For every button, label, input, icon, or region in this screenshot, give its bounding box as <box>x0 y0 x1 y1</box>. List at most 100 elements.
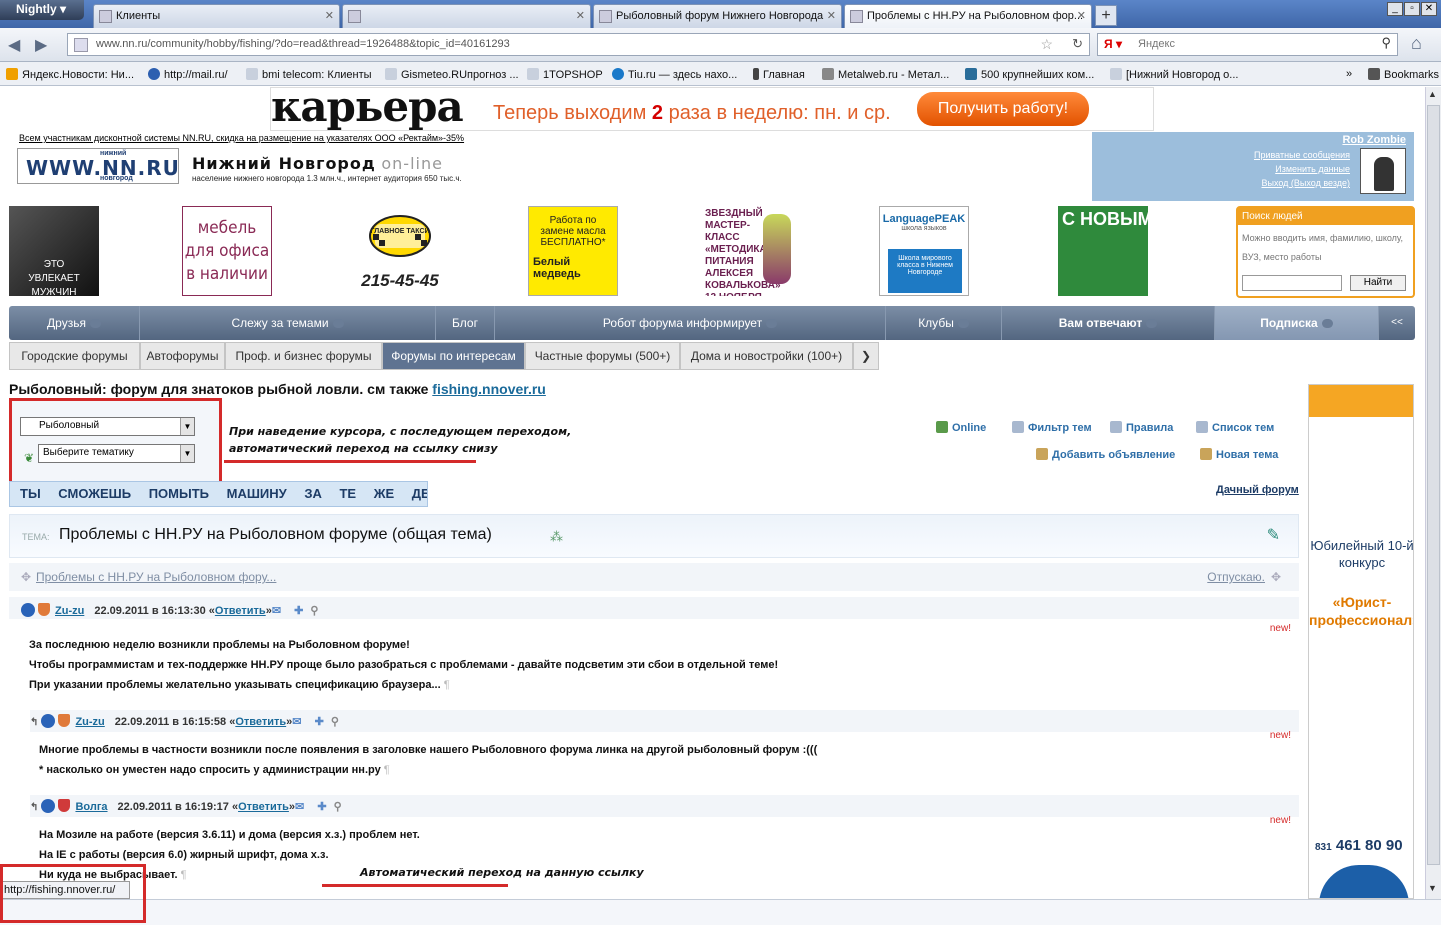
bookmark-item[interactable]: Metalweb.ru - Метал... <box>822 68 949 81</box>
bookmark-item[interactable]: 500 крупнейших ком... <box>965 68 1094 81</box>
logout-link[interactable]: Выход (Выход везде) <box>1261 178 1350 188</box>
filter-link[interactable]: Фильтр тем <box>1012 421 1092 434</box>
search-bar[interactable]: Я ▾ Яндекс ⚲ <box>1097 33 1398 56</box>
ad-masterclass[interactable]: ЗВЕЗДНЫЙ МАСТЕР-КЛАСС «МЕТОДИКА ПИТАНИЯ … <box>703 206 793 296</box>
yandex-icon[interactable]: Я ▾ <box>1104 37 1122 51</box>
home-icon[interactable]: ⌂ <box>1411 33 1422 54</box>
add-ad-link[interactable]: Добавить объявление <box>1036 448 1175 461</box>
tab-interest-forums[interactable]: Форумы по интересам <box>382 342 525 370</box>
breadcrumb-link[interactable]: Проблемы с НН.РУ на Рыболовном фору... <box>36 570 276 584</box>
tab-fishing-forum[interactable]: Рыболовный форум Нижнего Новгорода ✕ <box>593 4 842 28</box>
plus-icon[interactable]: ✚ <box>294 605 303 617</box>
menu-replies[interactable]: Вам отвечают <box>1002 306 1215 340</box>
new-topic-link[interactable]: Новая тема <box>1200 448 1278 461</box>
ad-language[interactable]: LanguagePEAK школа языков Школа мирового… <box>879 206 969 296</box>
edit-profile-link[interactable]: Изменить данные <box>1275 164 1350 174</box>
ad-furniture[interactable]: мебель для офиса в наличии <box>182 206 272 296</box>
tab-blank[interactable]: ✕ <box>342 4 591 28</box>
tab-clients[interactable]: Клиенты ✕ <box>93 4 340 28</box>
marquee-ad[interactable]: ТЫ СМОЖЕШЬ ПОМЫТЬ МАШИНУ ЗА ТЕ ЖЕ ДЕНЬГИ <box>9 481 428 507</box>
scroll-up-icon[interactable]: ▲ <box>1428 89 1437 99</box>
topic-select[interactable]: Выберите тематику ▼ <box>38 444 195 463</box>
menu-watching[interactable]: Слежу за темами <box>140 306 436 340</box>
plus-icon[interactable]: ✚ <box>315 716 324 728</box>
online-link[interactable]: Online <box>936 421 986 434</box>
app-menu-button[interactable]: Nightly ▾ <box>0 0 84 20</box>
bookmark-item[interactable]: Яндекс.Новости: Ни... <box>6 68 134 81</box>
tab-city-forums[interactable]: Городские форумы <box>9 342 140 370</box>
discount-link[interactable]: Всем участникам дисконтной системы NN.RU… <box>19 133 464 143</box>
menu-collapse[interactable]: << <box>1379 306 1415 340</box>
page-scrollbar[interactable]: ▲ ▼ <box>1425 87 1441 899</box>
close-window-button[interactable]: ✕ <box>1421 2 1437 16</box>
people-search-input[interactable] <box>1242 275 1342 291</box>
ad-man[interactable]: ЭТО УВЛЕКАЕТ МУЖЧИН <box>9 206 99 296</box>
search-icon[interactable]: ⚲ <box>331 716 339 728</box>
reply-link[interactable]: Ответить <box>215 605 266 617</box>
search-icon[interactable]: ⚲ <box>310 605 318 617</box>
close-tab-icon[interactable]: ✕ <box>1077 9 1086 22</box>
menu-robot[interactable]: Робот форума информирует <box>495 306 886 340</box>
tab-private-forums[interactable]: Частные форумы (500+) <box>525 342 680 370</box>
mail-icon[interactable]: ✉ <box>272 605 281 617</box>
tree-icon[interactable]: ⁂ <box>550 529 563 545</box>
mail-icon[interactable]: ✉ <box>292 716 301 728</box>
karera-banner[interactable]: карьера Теперь выходим 2 раза в неделю: … <box>270 87 1154 131</box>
site-logo[interactable]: нижний WWW.NN.RU новгород <box>17 148 179 184</box>
side-ad-lawyer[interactable]: Юбилейный 10-й конкурс «Юрист-профессион… <box>1308 384 1414 899</box>
post-author-link[interactable]: Zu-zu <box>55 605 84 617</box>
bookmark-item[interactable]: [Нижний Новгород о... <box>1110 68 1238 81</box>
tab-housing-forums[interactable]: Дома и новостройки (100+) <box>680 342 853 370</box>
avatar-icon[interactable] <box>21 603 35 617</box>
post-author-link[interactable]: Zu-zu <box>75 716 104 728</box>
maximize-button[interactable]: ▫ <box>1404 2 1420 16</box>
bookmark-item[interactable]: Tiu.ru — здесь нахо... <box>612 68 737 81</box>
mail-icon[interactable]: ✉ <box>295 801 304 813</box>
bookmark-pin-icon[interactable]: ✎ <box>1267 525 1280 545</box>
bookmark-item[interactable]: Главная <box>753 68 805 81</box>
scrollbar-thumb[interactable] <box>1427 105 1440 865</box>
nnover-link[interactable]: fishing.nnover.ru <box>432 381 546 397</box>
people-search-button[interactable]: Найти <box>1350 275 1406 291</box>
username-link[interactable]: Rob Zombie <box>1342 134 1406 146</box>
menu-friends[interactable]: Друзья <box>9 306 140 340</box>
search-icon[interactable]: ⚲ <box>1381 35 1391 51</box>
menu-clubs[interactable]: Клубы <box>886 306 1002 340</box>
dacha-forum-link[interactable]: Дачный форум <box>1216 484 1299 496</box>
rules-link[interactable]: Правила <box>1110 421 1173 434</box>
tab-auto-forums[interactable]: Автофорумы <box>140 342 225 370</box>
reply-link[interactable]: Ответить <box>235 716 286 728</box>
ad-newyear[interactable]: С НОВЫМ <box>1058 206 1148 296</box>
site-identity-icon[interactable] <box>74 38 88 52</box>
minimize-button[interactable]: _ <box>1387 2 1403 16</box>
get-job-button[interactable]: Получить работу! <box>917 92 1089 126</box>
new-tab-button[interactable]: + <box>1095 5 1117 26</box>
menu-blog[interactable]: Блог <box>436 306 495 340</box>
post-author-link[interactable]: Волга <box>75 801 107 813</box>
avatar-icon[interactable] <box>41 714 56 728</box>
bookmark-item[interactable]: 1TOPSHOP <box>527 68 603 81</box>
menu-subscription[interactable]: Подписка <box>1215 306 1379 340</box>
bookmark-item[interactable]: Gismeteo.RUпрогноз ... <box>385 68 519 81</box>
close-tab-icon[interactable]: ✕ <box>576 9 585 22</box>
close-tab-icon[interactable]: ✕ <box>325 9 334 22</box>
search-icon[interactable]: ⚲ <box>334 801 342 813</box>
plus-icon[interactable]: ✚ <box>317 801 326 813</box>
topics-list-link[interactable]: Список тем <box>1196 421 1274 434</box>
ad-taxi[interactable]: ГЛАВНОЕ ТАКСИ 215-45-45 <box>355 206 445 296</box>
tabs-more-icon[interactable]: ❯ <box>853 342 879 370</box>
close-tab-icon[interactable]: ✕ <box>827 9 836 22</box>
bookmark-item[interactable]: bmi telecom: Клиенты <box>246 68 372 81</box>
tab-problems-topic[interactable]: Проблемы с НН.РУ на Рыболовном фор... ✕ <box>844 4 1092 28</box>
private-messages-link[interactable]: Приватные сообщения <box>1254 150 1350 160</box>
scroll-down-icon[interactable]: ▼ <box>1428 883 1437 893</box>
reload-icon[interactable]: ↻ <box>1072 36 1083 52</box>
url-bar[interactable]: www.nn.ru/community/hobby/fishing/?do=re… <box>67 33 1090 56</box>
avatar-icon[interactable] <box>41 799 56 813</box>
bookmarks-overflow-icon[interactable]: » <box>1346 68 1352 80</box>
back-icon[interactable]: ◀ <box>8 35 20 55</box>
tab-business-forums[interactable]: Проф. и бизнес форумы <box>225 342 382 370</box>
ad-oil[interactable]: Работа по замене масла БЕСПЛАТНО* Белый … <box>528 206 618 296</box>
reply-link[interactable]: Ответить <box>238 801 289 813</box>
avatar[interactable] <box>1360 148 1406 194</box>
